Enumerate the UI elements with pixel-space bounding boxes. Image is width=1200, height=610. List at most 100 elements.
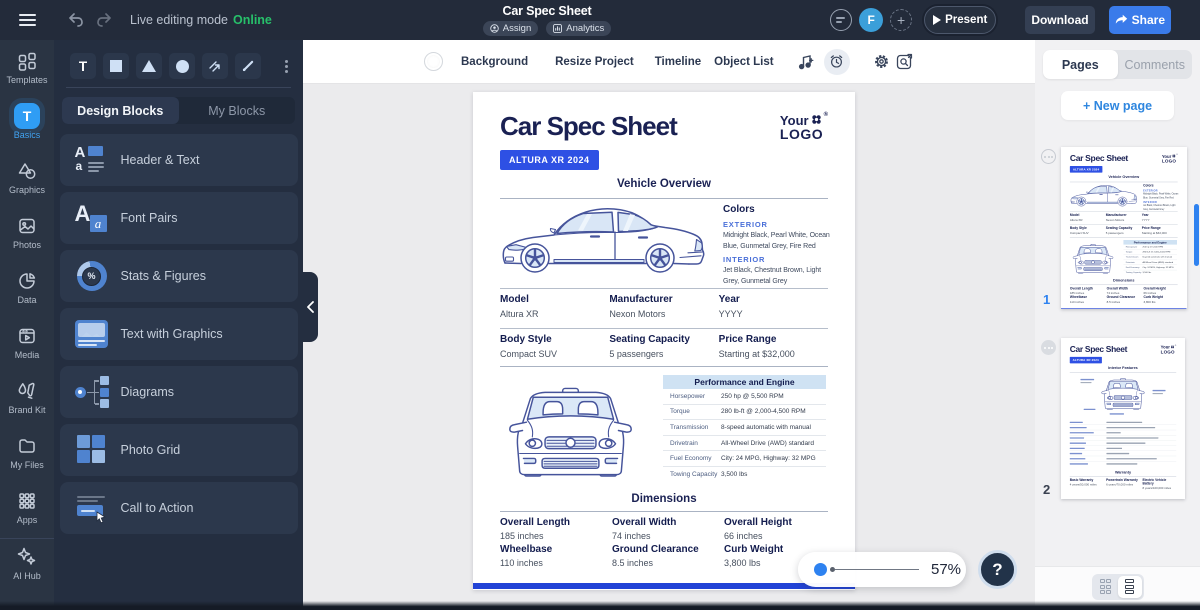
- avatar[interactable]: F: [859, 8, 884, 32]
- line-icon: [209, 61, 220, 72]
- car-side-drawing: [501, 206, 707, 274]
- car-front-drawing: [500, 384, 641, 480]
- app-window: Live editing mode Online Car Spec Sheet …: [0, 0, 1200, 610]
- collapse-panel-button[interactable]: [303, 272, 318, 342]
- ai-hub-icon: [16, 546, 38, 568]
- comments-icon[interactable]: [830, 9, 853, 31]
- preview-search-icon[interactable]: [896, 53, 913, 70]
- play-icon: [933, 15, 942, 25]
- help-button[interactable]: ?: [978, 550, 1017, 589]
- doc-logo: Your ® LOGO: [779, 112, 828, 142]
- list-view-button[interactable]: [1117, 575, 1142, 598]
- new-page-button[interactable]: + New page: [1061, 91, 1174, 120]
- document-page[interactable]: Car Spec Sheet Your ® LOGO ALTURA XR 202…: [473, 92, 855, 590]
- page-2-number: 2: [1043, 482, 1051, 497]
- live-editing-label: Live editing mode: [130, 13, 228, 27]
- page-1-drag-handle[interactable]: [1041, 149, 1056, 164]
- grid-view-button[interactable]: [1094, 576, 1118, 598]
- project-title[interactable]: Car Spec Sheet: [462, 4, 632, 18]
- square-icon: [110, 60, 122, 72]
- page-1-thumbnail[interactable]: Car Spec Sheet Your ® LOGO ALTURA XR 202…: [1061, 147, 1187, 309]
- sidebar-item-data[interactable]: Data: [0, 260, 54, 315]
- block-header-text[interactable]: A a Header & Text: [59, 134, 298, 186]
- block-stats-figures[interactable]: % Stats & Figures: [59, 250, 298, 302]
- canvas-area: Background Resize Project Timeline Objec…: [303, 40, 1035, 610]
- doc-title: Car Spec Sheet: [500, 111, 678, 141]
- redo-icon[interactable]: [96, 13, 112, 27]
- tab-comments[interactable]: Comments: [1118, 50, 1193, 79]
- left-sidebar: Templates T Basics Graphics Photos Data: [0, 40, 54, 610]
- assign-button[interactable]: Assign: [482, 21, 539, 36]
- block-text-graphics[interactable]: Text with Graphics: [59, 308, 298, 360]
- triangle-tool[interactable]: [136, 53, 162, 79]
- analytics-button[interactable]: Analytics: [546, 21, 612, 36]
- page-2-thumbnail[interactable]: Car Spec Sheet Your ® LOGO ALTURA XR 202…: [1061, 338, 1185, 499]
- line-tool[interactable]: [202, 53, 228, 79]
- exterior-text: Midnight Black, Pearl White, Ocean Blue,…: [723, 232, 830, 251]
- timeline-button[interactable]: Timeline: [655, 56, 701, 68]
- sidebar-item-aihub[interactable]: AI Hub: [0, 538, 54, 610]
- object-list-button[interactable]: Object List: [714, 56, 773, 68]
- page-2-content: Car Spec Sheet Your ® LOGO ALTURA XR 202…: [1061, 338, 1185, 499]
- sidebar-item-myfiles[interactable]: My Files: [0, 425, 54, 480]
- graphics-icon: [17, 160, 37, 182]
- circle-icon: [175, 59, 189, 73]
- background-button[interactable]: Background: [461, 56, 528, 68]
- present-button[interactable]: Present: [924, 6, 997, 34]
- exterior-text: Midnight Black, Pearl White, Ocean Blue,…: [1143, 193, 1179, 199]
- share-button[interactable]: Share: [1108, 6, 1171, 34]
- sidebar-item-media[interactable]: Media: [0, 315, 54, 370]
- spec-row-1: Model Altura XR Manufacturer Nexon Motors …: [500, 288, 828, 328]
- apps-icon: [17, 490, 37, 512]
- triangle-icon: [142, 60, 156, 72]
- zoom-control: 57%: [798, 552, 966, 587]
- car-front-drawing: [1070, 243, 1116, 275]
- templates-icon: [17, 50, 37, 72]
- online-status: Online: [232, 13, 272, 27]
- menu-icon[interactable]: [0, 0, 54, 40]
- block-diagrams[interactable]: Diagrams: [59, 366, 298, 418]
- download-button[interactable]: Download: [1025, 6, 1095, 34]
- grid-view-icon: [1099, 579, 1112, 594]
- view-toggle: [1091, 573, 1144, 600]
- draw-tool[interactable]: [235, 53, 261, 79]
- sidebar-item-brandkit[interactable]: Brand Kit: [0, 370, 54, 425]
- block-photo-grid[interactable]: Photo Grid: [59, 424, 298, 476]
- add-collaborator-icon[interactable]: +: [890, 9, 913, 31]
- interior-text: Jet Black, Chestnut Brown, Light Grey, G…: [1143, 204, 1176, 211]
- assign-icon: [490, 24, 499, 33]
- timer-icon: [830, 55, 843, 68]
- undo-icon[interactable]: [68, 13, 84, 27]
- tab-my-blocks[interactable]: My Blocks: [179, 97, 296, 124]
- timer-button[interactable]: [823, 48, 850, 75]
- background-color-swatch[interactable]: [424, 52, 443, 71]
- sidebar-item-photos[interactable]: Photos: [0, 205, 54, 260]
- spec-row-2: Body Style Compact SUV Seating Capacity 5 …: [1069, 224, 1178, 237]
- zoom-slider-thumb[interactable]: [814, 563, 827, 576]
- logo-mark-icon: [811, 115, 821, 124]
- photo-grid-icon: [75, 433, 109, 467]
- text-tool[interactable]: T: [70, 53, 96, 79]
- sidebar-item-apps[interactable]: Apps: [0, 480, 54, 535]
- tab-pages[interactable]: Pages: [1043, 50, 1118, 79]
- circle-tool[interactable]: [169, 53, 195, 79]
- page-1-number: 1: [1043, 292, 1051, 307]
- header-text-icon: A a: [75, 143, 109, 177]
- sidebar-item-basics[interactable]: T Basics: [0, 95, 54, 150]
- pages-scrollbar[interactable]: [1194, 204, 1199, 266]
- add-music-icon[interactable]: [797, 53, 815, 71]
- settings-gear-icon[interactable]: [873, 53, 890, 70]
- document-page[interactable]: Car Spec Sheet Your ® LOGO ALTURA XR 202…: [1061, 147, 1187, 309]
- square-tool[interactable]: [103, 53, 129, 79]
- sidebar-item-graphics[interactable]: Graphics: [0, 150, 54, 205]
- more-tools-icon[interactable]: [285, 59, 288, 73]
- block-font-pairs[interactable]: A a Font Pairs: [59, 192, 298, 244]
- resize-project-button[interactable]: Resize Project: [555, 56, 634, 68]
- media-icon: [17, 325, 37, 347]
- block-call-to-action[interactable]: Call to Action: [59, 482, 298, 534]
- brand-kit-icon: [17, 380, 37, 402]
- tab-design-blocks[interactable]: Design Blocks: [62, 97, 179, 124]
- zoom-slider-track[interactable]: [835, 569, 919, 570]
- page-2-drag-handle[interactable]: [1041, 340, 1056, 355]
- sidebar-item-templates[interactable]: Templates: [0, 40, 54, 95]
